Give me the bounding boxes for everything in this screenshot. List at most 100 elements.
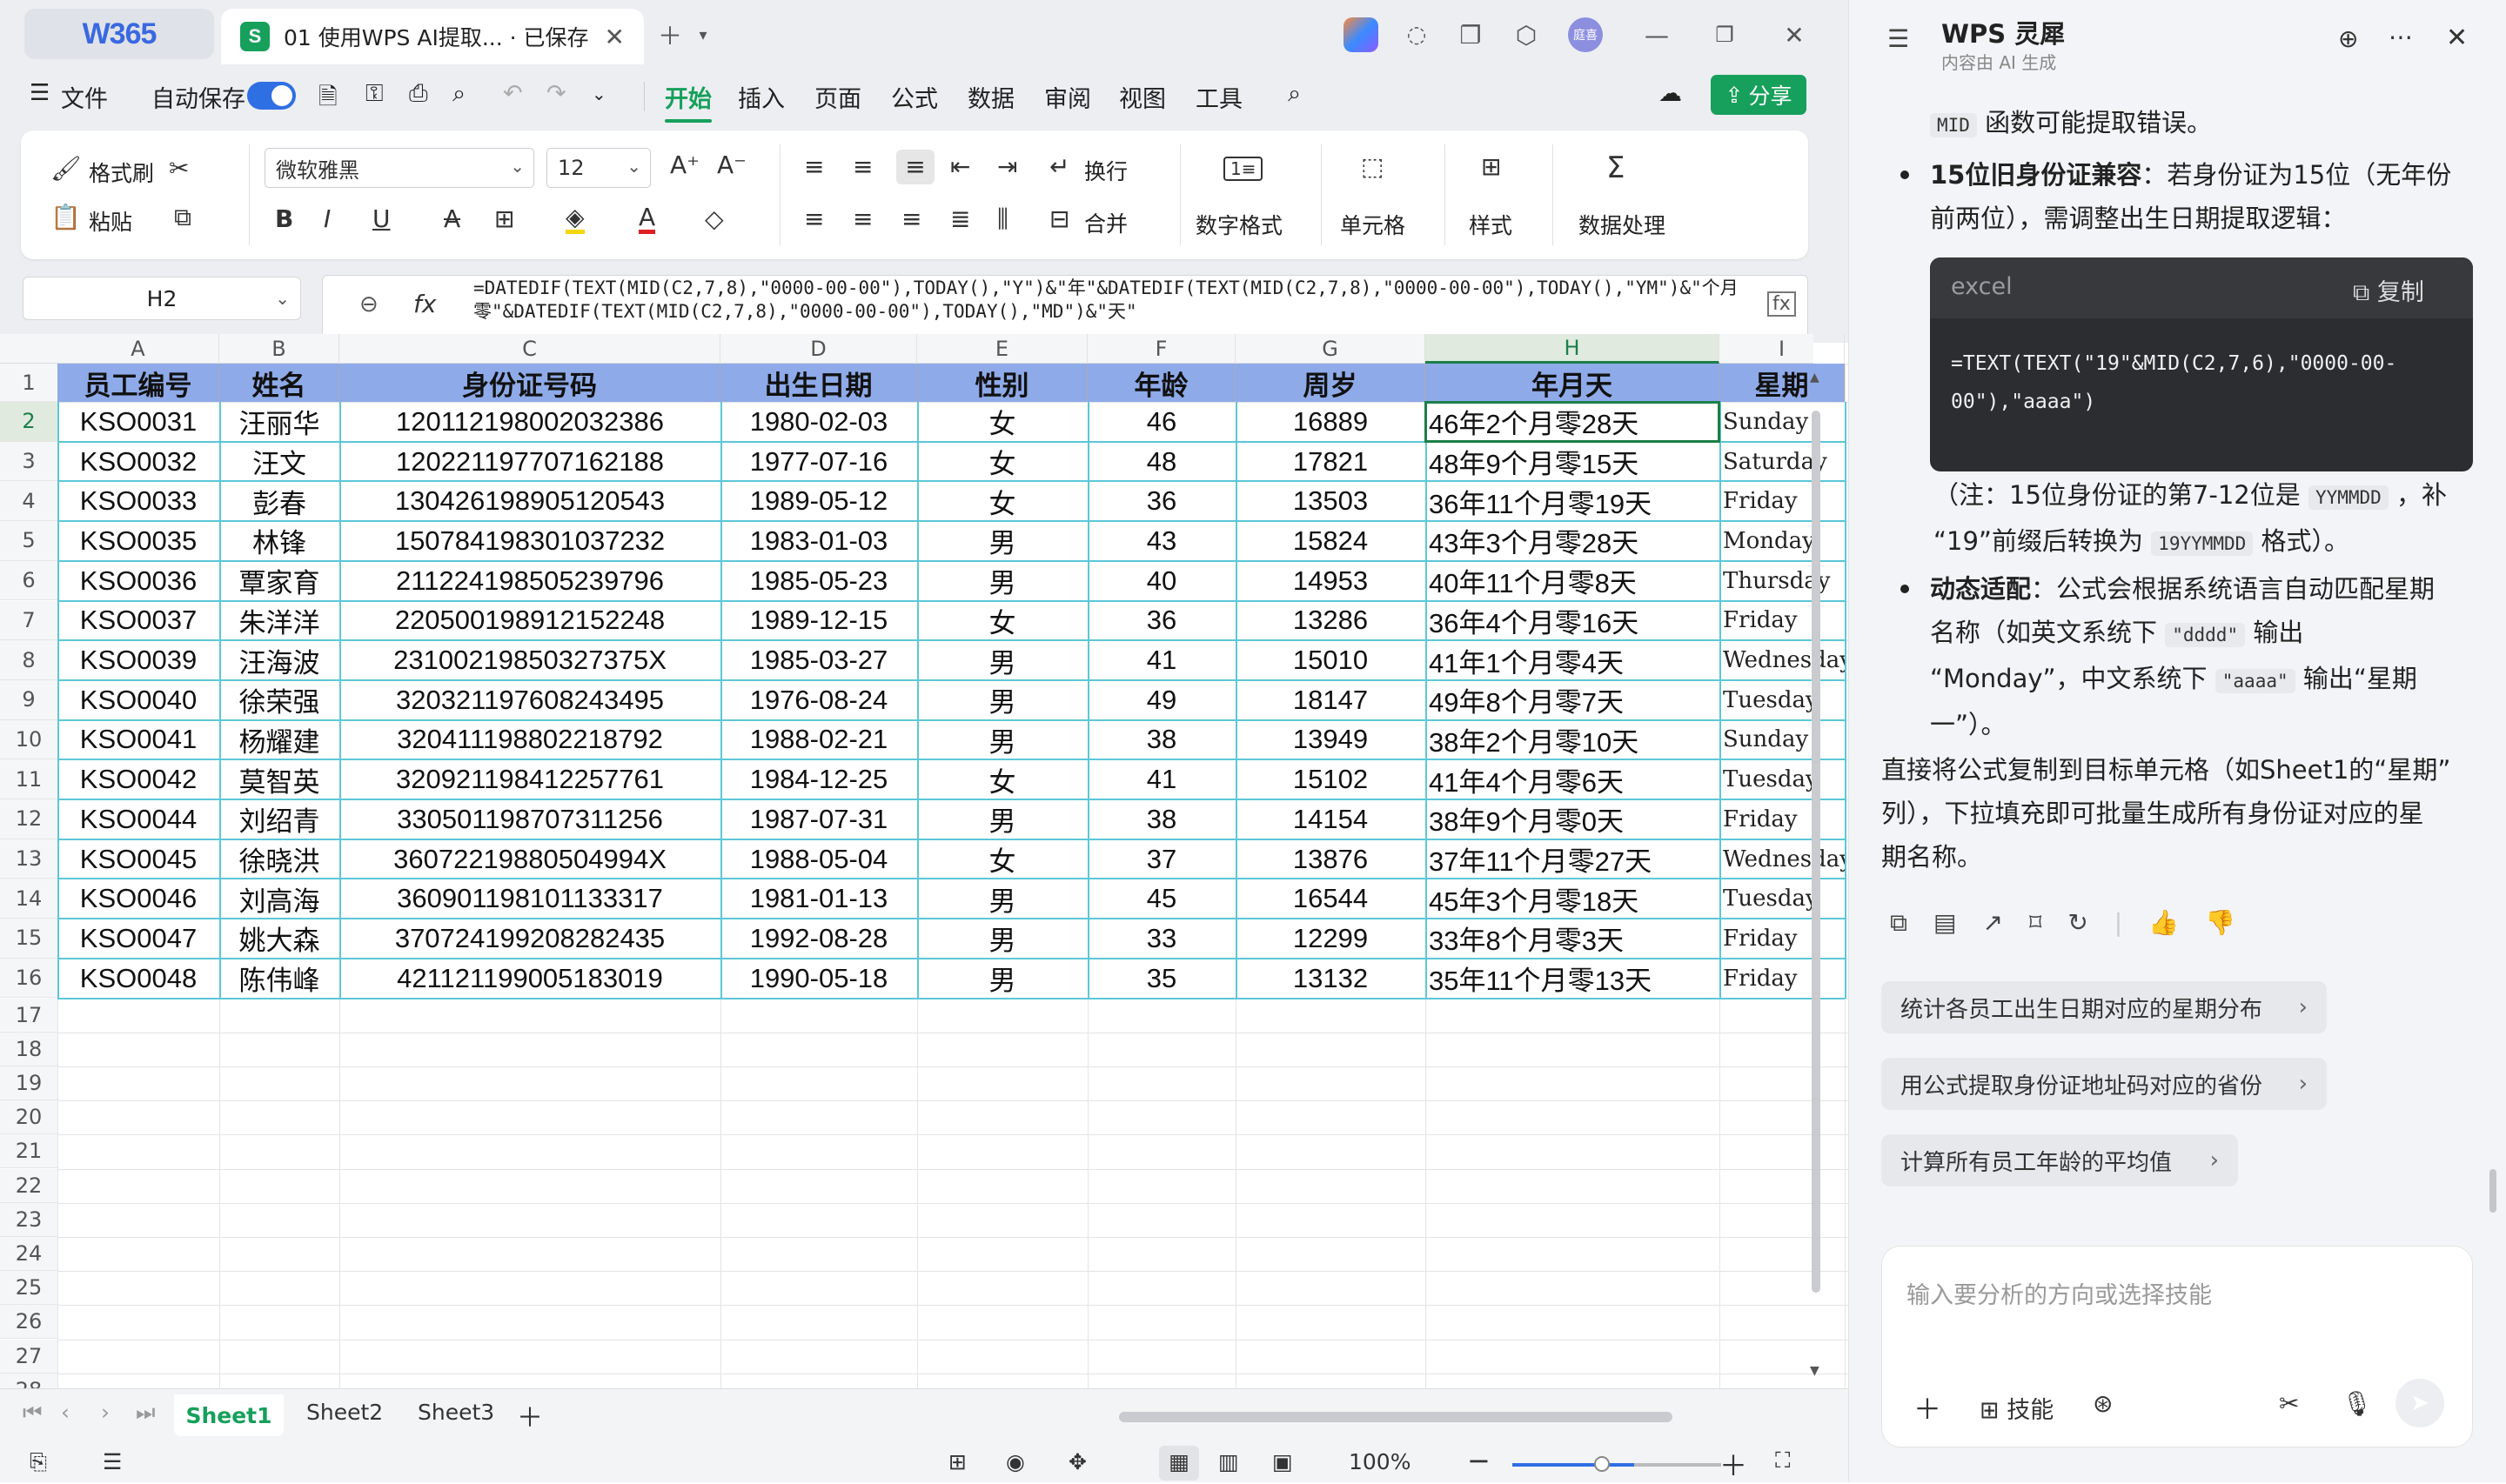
wps-ai-icon[interactable] bbox=[1343, 17, 1378, 52]
refresh-icon[interactable]: ↻ bbox=[2067, 908, 2087, 938]
table-cell[interactable]: 彭春 bbox=[219, 481, 339, 521]
distribute-icon[interactable]: ⫼ bbox=[997, 207, 1008, 231]
merge-button[interactable]: 合并 bbox=[1084, 207, 1128, 238]
table-cell[interactable]: Thursday bbox=[1719, 561, 1845, 601]
table-cell[interactable]: 陈伟峰 bbox=[219, 959, 339, 999]
table-cell[interactable]: 320921198412257761 bbox=[339, 759, 720, 799]
header-cell[interactable]: 周岁 bbox=[1236, 364, 1425, 402]
table-cell[interactable]: 18147 bbox=[1236, 680, 1425, 720]
table-cell[interactable]: 男 bbox=[917, 879, 1088, 919]
align-middle-icon[interactable]: ≡ bbox=[853, 155, 873, 179]
row-header-12[interactable]: 12 bbox=[0, 799, 57, 839]
table-cell[interactable]: 男 bbox=[917, 561, 1088, 601]
row-header-10[interactable]: 10 bbox=[0, 719, 57, 760]
table-cell[interactable]: 320321197608243495 bbox=[339, 680, 720, 720]
data-processing-button[interactable]: 数据处理 bbox=[1578, 209, 1665, 240]
eye-icon[interactable]: ◉ bbox=[1006, 1449, 1025, 1474]
print-preview-icon[interactable]: ⌕ bbox=[452, 80, 466, 108]
table-cell[interactable]: 36072219880504994X bbox=[339, 839, 720, 879]
table-cell[interactable]: KSO0033 bbox=[57, 481, 219, 521]
format-painter-button[interactable]: 格式刷 bbox=[89, 157, 154, 188]
table-cell[interactable]: Monday bbox=[1719, 521, 1845, 561]
row-header-6[interactable]: 6 bbox=[0, 560, 57, 601]
paste-button[interactable]: 粘贴 bbox=[89, 205, 132, 237]
thumbs-up-icon[interactable]: 👍 bbox=[2148, 908, 2179, 938]
column-header-e[interactable]: E bbox=[917, 334, 1088, 364]
table-cell[interactable]: 421121199005183019 bbox=[339, 959, 720, 999]
row-header-4[interactable]: 4 bbox=[0, 481, 57, 522]
table-cell[interactable]: 48 bbox=[1088, 442, 1236, 482]
sheet-tab-sheet1[interactable]: Sheet1 bbox=[174, 1394, 284, 1436]
font-size-select[interactable]: 12 ⌄ bbox=[546, 148, 651, 188]
bold-icon[interactable]: B bbox=[275, 207, 293, 231]
table-cell[interactable]: Friday bbox=[1719, 481, 1845, 521]
hamburger-icon[interactable]: ☰ bbox=[30, 80, 50, 106]
table-cell[interactable]: Sunday bbox=[1719, 402, 1845, 442]
send-button[interactable]: ➤ bbox=[2395, 1379, 2444, 1427]
header-cell[interactable]: 星期 bbox=[1719, 364, 1845, 402]
table-cell[interactable]: 49年8个月零7天 bbox=[1425, 680, 1719, 720]
wrap-button[interactable]: 换行 bbox=[1084, 155, 1128, 186]
chevron-down-icon[interactable]: ⌄ bbox=[592, 84, 606, 104]
table-cell[interactable]: 14953 bbox=[1236, 561, 1425, 601]
vertical-scrollbar[interactable]: ▲ ▼ bbox=[1806, 365, 1826, 1388]
table-cell[interactable]: 38年2个月零10天 bbox=[1425, 720, 1719, 760]
table-cell[interactable]: 49 bbox=[1088, 680, 1236, 720]
row-header-13[interactable]: 13 bbox=[0, 839, 57, 879]
chat-icon[interactable]: ◌ bbox=[1401, 19, 1432, 50]
table-cell[interactable]: 女 bbox=[917, 601, 1088, 641]
key-icon[interactable]: ⚿ bbox=[365, 80, 384, 108]
table-cell[interactable]: 120112198002032386 bbox=[339, 402, 720, 442]
header-cell[interactable]: 性别 bbox=[917, 364, 1088, 402]
table-cell[interactable]: KSO0044 bbox=[57, 799, 219, 839]
table-cell[interactable]: 130426198905120543 bbox=[339, 481, 720, 521]
column-header-a[interactable]: A bbox=[57, 334, 219, 364]
table-cell[interactable]: 38 bbox=[1088, 799, 1236, 839]
table-cell[interactable]: Friday bbox=[1719, 919, 1845, 959]
table-cell[interactable]: 23100219850327375X bbox=[339, 640, 720, 680]
table-cell[interactable]: 刘绍青 bbox=[219, 799, 339, 839]
avatar[interactable]: 庭喜 bbox=[1568, 17, 1603, 52]
align-bottom-icon[interactable]: ≡ bbox=[896, 150, 935, 184]
table-cell[interactable]: 覃家育 bbox=[219, 561, 339, 601]
table-cell[interactable]: 15824 bbox=[1236, 521, 1425, 561]
table-cell[interactable]: 1983-01-03 bbox=[720, 521, 917, 561]
column-header-d[interactable]: D bbox=[720, 334, 917, 364]
maximize-icon[interactable]: ❐ bbox=[1709, 19, 1740, 50]
table-cell[interactable]: 41年4个月零6天 bbox=[1425, 759, 1719, 799]
suggestion-2[interactable]: 用公式提取身份证地址码对应的省份 › bbox=[1881, 1058, 2327, 1110]
table-cell[interactable]: 370724199208282435 bbox=[339, 919, 720, 959]
page-layout-icon[interactable]: ▥ bbox=[1218, 1449, 1239, 1474]
header-cell[interactable]: 年月天 bbox=[1425, 364, 1719, 402]
move-icon[interactable]: ✥ bbox=[1069, 1449, 1087, 1474]
add-icon[interactable]: ＋ bbox=[1913, 1387, 1941, 1427]
table-cell[interactable]: KSO0045 bbox=[57, 839, 219, 879]
table-cell[interactable]: KSO0039 bbox=[57, 640, 219, 680]
table-cell[interactable]: 男 bbox=[917, 680, 1088, 720]
table-cell[interactable]: 40年11个月零8天 bbox=[1425, 561, 1719, 601]
sidebar-toggle-icon[interactable]: ☰ bbox=[103, 1449, 122, 1474]
zoom-out-icon[interactable]: − bbox=[1467, 1444, 1491, 1477]
copy-icon[interactable]: ⧉ bbox=[1890, 908, 1907, 938]
table-cell[interactable]: 15010 bbox=[1236, 640, 1425, 680]
table-cell[interactable]: 16889 bbox=[1236, 402, 1425, 442]
row-header-17[interactable]: 17 bbox=[0, 998, 57, 1033]
align-top-icon[interactable]: ≡ bbox=[804, 155, 824, 179]
table-cell[interactable]: Wednesday bbox=[1719, 839, 1845, 879]
page-break-icon[interactable]: ▣ bbox=[1272, 1449, 1293, 1474]
next-sheet-icon[interactable]: › bbox=[101, 1400, 110, 1425]
sheet-tab-sheet3[interactable]: Sheet3 bbox=[418, 1400, 494, 1425]
macro-icon[interactable]: ⎘ bbox=[30, 1449, 47, 1475]
more-icon[interactable]: ⋯ bbox=[2389, 23, 2413, 51]
font-color-icon[interactable]: A bbox=[639, 205, 656, 234]
table-cell[interactable]: 360901198101133317 bbox=[339, 879, 720, 919]
table-cell[interactable]: 37 bbox=[1088, 839, 1236, 879]
table-cell[interactable]: 1989-05-12 bbox=[720, 481, 917, 521]
header-cell[interactable]: 姓名 bbox=[219, 364, 339, 402]
table-cell[interactable]: 1981-01-13 bbox=[720, 879, 917, 919]
horizontal-scrollbar[interactable] bbox=[1119, 1412, 1672, 1422]
column-header-g[interactable]: G bbox=[1236, 334, 1425, 364]
table-cell[interactable]: Friday bbox=[1719, 799, 1845, 839]
table-cell[interactable]: Tuesday bbox=[1719, 759, 1845, 799]
table-cell[interactable]: Sunday bbox=[1719, 720, 1845, 760]
